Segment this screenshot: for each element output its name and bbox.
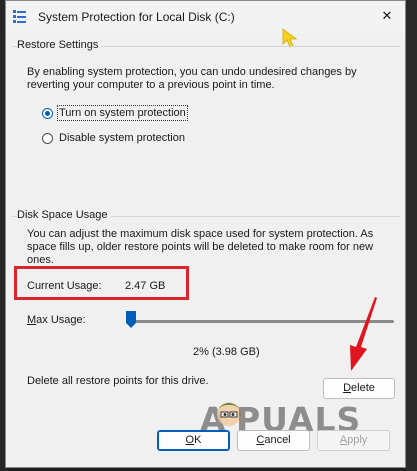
- radio-button-checked[interactable]: [42, 107, 53, 119]
- apply-button-label: Apply: [339, 434, 368, 446]
- radio-label-disable[interactable]: Disable system protection: [58, 131, 186, 145]
- cancel-button-label: Cancel: [256, 434, 291, 446]
- cancel-button[interactable]: Cancel: [237, 430, 310, 451]
- close-icon: ✕: [381, 8, 393, 23]
- current-usage-label: Current Usage:: [27, 280, 102, 292]
- restore-description-line2: reverting your computer to a previous po…: [27, 79, 275, 91]
- max-usage-label: Max Usage:: [27, 314, 86, 326]
- disk-description-line2: space fills up, older restore points wil…: [27, 241, 374, 253]
- current-usage-value: 2.47 GB: [125, 280, 166, 292]
- system-protection-icon: [13, 10, 26, 23]
- max-usage-value: 2% (3.98 GB): [193, 346, 260, 358]
- apply-button[interactable]: Apply: [317, 430, 390, 451]
- radio-disable-protection[interactable]: Disable system protection: [42, 130, 186, 146]
- radio-dot: [45, 110, 50, 116]
- ok-button-label: OK: [185, 434, 202, 446]
- disk-description-line1: You can adjust the maximum disk space us…: [27, 228, 374, 240]
- delete-button[interactable]: Delete: [323, 378, 395, 399]
- title-bar[interactable]: System Protection for Local Disk (C:) ✕: [6, 1, 405, 33]
- radio-turn-on-protection[interactable]: Turn on system protection: [42, 105, 188, 121]
- red-arrow-annotation: [350, 297, 377, 371]
- delete-button-label: Delete: [343, 382, 375, 394]
- restore-settings-heading: Restore Settings: [17, 39, 102, 51]
- close-button[interactable]: ✕: [373, 3, 401, 29]
- restore-description-line1: By enabling system protection, you can u…: [27, 66, 357, 78]
- radio-button-unchecked[interactable]: [42, 132, 53, 144]
- delete-description: Delete all restore points for this drive…: [27, 375, 209, 387]
- background-right: [406, 0, 417, 471]
- mouse-cursor-icon: [282, 28, 298, 48]
- disk-space-heading: Disk Space Usage: [17, 209, 111, 221]
- window-title: System Protection for Local Disk (C:): [38, 10, 235, 24]
- ok-button[interactable]: OK: [157, 430, 230, 451]
- radio-label-turn-on[interactable]: Turn on system protection: [57, 105, 188, 121]
